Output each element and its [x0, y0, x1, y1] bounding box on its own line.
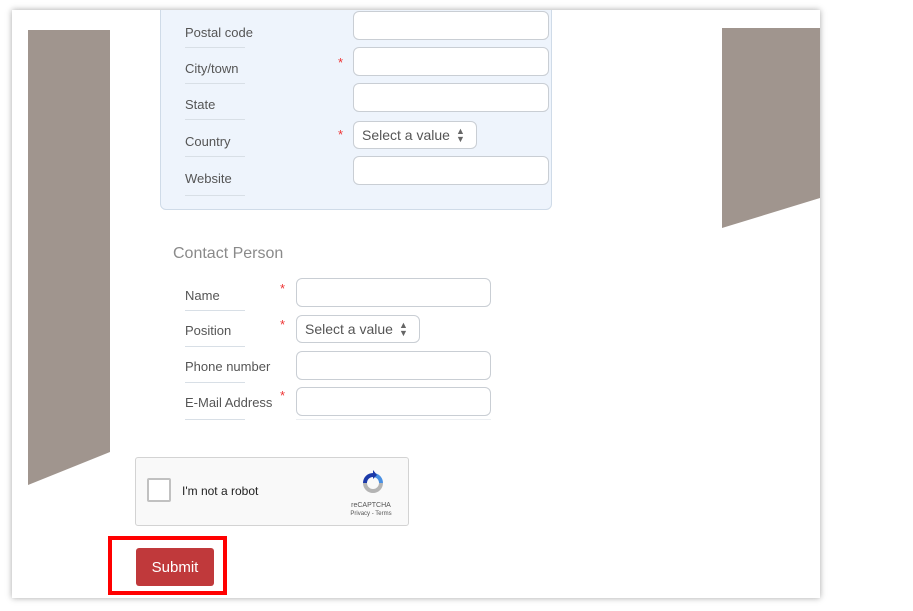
separator	[185, 195, 245, 196]
required-marker: *	[280, 281, 286, 296]
required-marker: *	[338, 127, 344, 142]
name-input[interactable]	[296, 278, 491, 307]
separator	[185, 382, 245, 383]
country-label: Country	[185, 134, 231, 149]
required-marker: *	[280, 317, 286, 332]
sort-arrows-icon: ▲ ▼	[398, 320, 408, 338]
postal-code-label: Postal code	[185, 25, 253, 40]
name-label: Name	[185, 288, 220, 303]
country-select[interactable]: Select a value ▲ ▼	[353, 121, 477, 149]
city-town-label: City/town	[185, 61, 239, 76]
position-select[interactable]: Select a value ▲ ▼	[296, 315, 420, 343]
state-label: State	[185, 97, 216, 112]
separator	[185, 156, 245, 157]
phone-number-label: Phone number	[185, 359, 271, 374]
state-input[interactable]	[353, 83, 549, 112]
recaptcha-widget: I'm not a robot reCAPTCHA Privacy - Term…	[135, 457, 409, 526]
website-label: Website	[185, 171, 232, 186]
separator	[296, 419, 491, 420]
required-marker: *	[280, 388, 286, 403]
recaptcha-privacy-terms-link[interactable]: Privacy - Terms	[340, 511, 402, 517]
submit-button[interactable]: Submit	[136, 548, 214, 586]
country-select-value: Select a value	[362, 127, 450, 143]
left-decoration	[28, 30, 110, 485]
recaptcha-logo-icon	[363, 470, 383, 493]
position-select-value: Select a value	[305, 321, 393, 337]
position-label: Position	[185, 323, 232, 338]
required-marker: *	[338, 55, 344, 70]
separator	[185, 419, 245, 420]
separator	[185, 119, 245, 120]
website-input[interactable]	[353, 156, 549, 185]
right-decoration	[722, 28, 820, 228]
email-label: E-Mail Address	[185, 395, 273, 410]
email-input[interactable]	[296, 387, 491, 416]
separator	[185, 346, 245, 347]
contact-person-title: Contact Person	[173, 245, 284, 262]
address-panel: Postal code City/town * State Country * …	[160, 10, 552, 210]
recaptcha-brand: reCAPTCHA	[351, 502, 391, 509]
separator	[185, 310, 245, 311]
form-page: Postal code City/town * State Country * …	[12, 10, 820, 598]
city-town-input[interactable]	[353, 47, 549, 76]
recaptcha-label: I'm not a robot	[182, 484, 259, 498]
separator	[185, 47, 245, 48]
sort-arrows-icon: ▲ ▼	[455, 126, 465, 144]
postal-code-input[interactable]	[353, 11, 549, 40]
recaptcha-checkbox[interactable]	[147, 478, 171, 502]
separator	[185, 83, 245, 84]
phone-number-input[interactable]	[296, 351, 491, 380]
